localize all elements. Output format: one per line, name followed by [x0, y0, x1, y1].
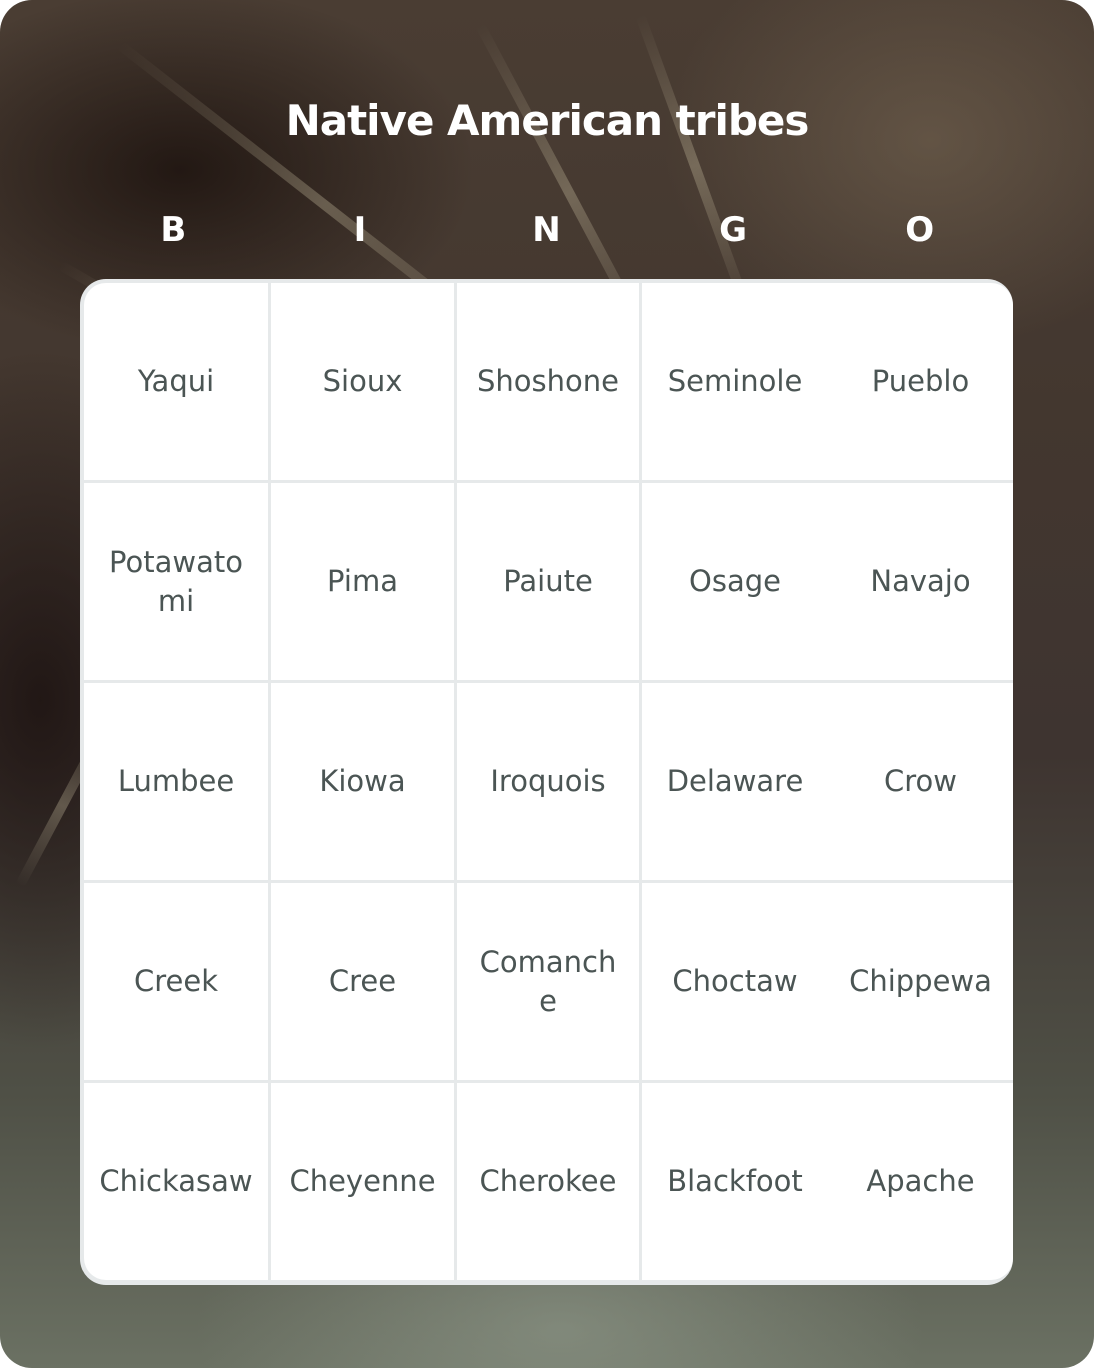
bingo-cell[interactable]: Iroquois — [457, 683, 639, 880]
bingo-cell[interactable]: Chippewa — [828, 883, 1013, 1080]
bingo-cell[interactable]: Yaqui — [84, 283, 268, 480]
page-title: Native American tribes — [285, 96, 810, 145]
bingo-cell[interactable]: Potawatomi — [84, 483, 268, 680]
bingo-grid: Yaqui Sioux Shoshone Seminole Pueblo Pot… — [80, 279, 1013, 1285]
bingo-letter-o: O — [905, 210, 935, 250]
bingo-cell[interactable]: Creek — [84, 883, 268, 1080]
bingo-cell[interactable]: Lumbee — [84, 683, 268, 880]
bingo-cell[interactable]: Shoshone — [457, 283, 639, 480]
bingo-cell[interactable]: Cheyenne — [271, 1083, 454, 1280]
bingo-cell[interactable]: Seminole — [642, 283, 828, 480]
bingo-letter-i: I — [353, 210, 367, 250]
bingo-cell[interactable]: Sioux — [271, 283, 454, 480]
bingo-letter-b: B — [160, 210, 187, 250]
bingo-cell[interactable]: Apache — [828, 1083, 1013, 1280]
bingo-cell[interactable]: Kiowa — [271, 683, 454, 880]
bingo-cell[interactable]: Comanche — [457, 883, 639, 1080]
bingo-cell[interactable]: Crow — [828, 683, 1013, 880]
bingo-letter-n: N — [532, 210, 561, 250]
bingo-cell[interactable]: Blackfoot — [642, 1083, 828, 1280]
bingo-cell[interactable]: Navajo — [828, 483, 1013, 680]
bingo-cell[interactable]: Osage — [642, 483, 828, 680]
bingo-card: Native American tribes B I N G O Yaqui S… — [0, 0, 1094, 1368]
bingo-cell[interactable]: Cree — [271, 883, 454, 1080]
background-feather-streak — [635, 13, 755, 318]
bingo-cell[interactable]: Choctaw — [642, 883, 828, 1080]
bingo-letter-g: G — [719, 210, 748, 250]
bingo-cell[interactable]: Delaware — [642, 683, 828, 880]
bingo-header: B I N G O — [80, 210, 1013, 250]
bingo-cell[interactable]: Pima — [271, 483, 454, 680]
bingo-cell[interactable]: Paiute — [457, 483, 639, 680]
bingo-cell[interactable]: Chickasaw — [84, 1083, 268, 1280]
bingo-cell[interactable]: Cherokee — [457, 1083, 639, 1280]
bingo-cell[interactable]: Pueblo — [828, 283, 1013, 480]
